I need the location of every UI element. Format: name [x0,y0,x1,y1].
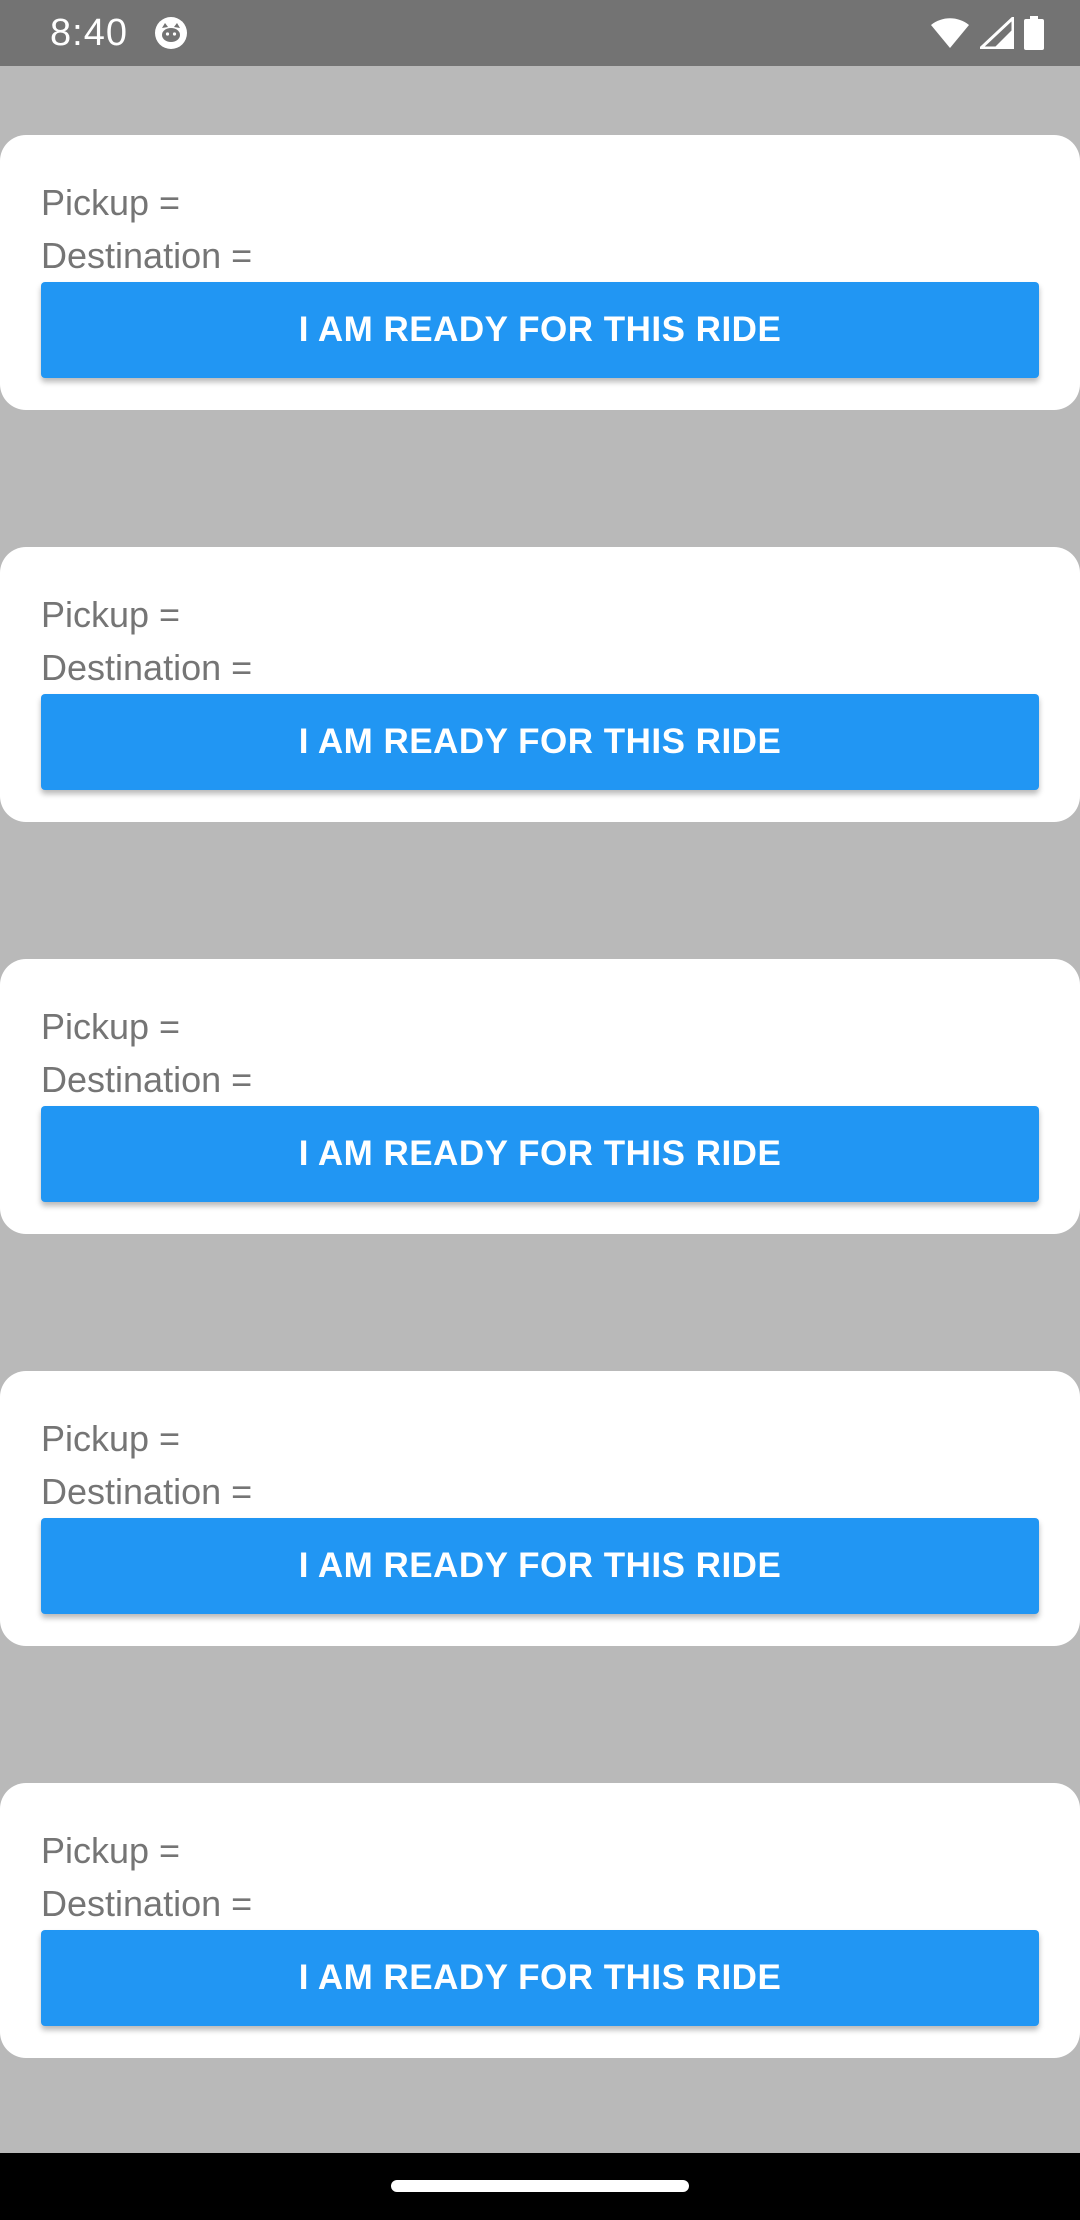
status-icons [930,14,1044,52]
destination-label: Destination = [41,235,253,276]
cat-notification-icon [154,16,188,50]
status-time: 8:40 [50,12,128,54]
destination-label: Destination = [41,1471,253,1512]
ride-card: Pickup = Destination = I AM READY FOR TH… [0,1371,1080,1646]
app-screen: 8:40 Pickup = Destination = I AM READY F… [0,0,1080,2220]
ready-for-ride-button[interactable]: I AM READY FOR THIS RIDE [41,694,1039,790]
ride-card: Pickup = Destination = I AM READY FOR TH… [0,135,1080,410]
ready-for-ride-button[interactable]: I AM READY FOR THIS RIDE [41,1930,1039,2026]
pickup-label: Pickup = [41,1830,181,1871]
destination-label: Destination = [41,647,253,688]
navigation-bar [0,2153,1080,2220]
pickup-label: Pickup = [41,1006,181,1047]
pickup-label: Pickup = [41,182,181,223]
ready-for-ride-button[interactable]: I AM READY FOR THIS RIDE [41,1518,1039,1614]
ready-for-ride-button[interactable]: I AM READY FOR THIS RIDE [41,282,1039,378]
ride-list: Pickup = Destination = I AM READY FOR TH… [0,135,1080,2195]
wifi-icon [930,17,970,49]
ride-card: Pickup = Destination = I AM READY FOR TH… [0,959,1080,1234]
battery-icon [1024,16,1044,50]
ride-card: Pickup = Destination = I AM READY FOR TH… [0,547,1080,822]
ride-card: Pickup = Destination = I AM READY FOR TH… [0,1783,1080,2058]
home-indicator[interactable] [391,2180,689,2192]
pickup-label: Pickup = [41,1418,181,1459]
cellular-signal-icon [980,17,1014,49]
destination-label: Destination = [41,1883,253,1924]
ready-for-ride-button[interactable]: I AM READY FOR THIS RIDE [41,1106,1039,1202]
destination-label: Destination = [41,1059,253,1100]
pickup-label: Pickup = [41,594,181,635]
status-bar: 8:40 [0,0,1080,66]
